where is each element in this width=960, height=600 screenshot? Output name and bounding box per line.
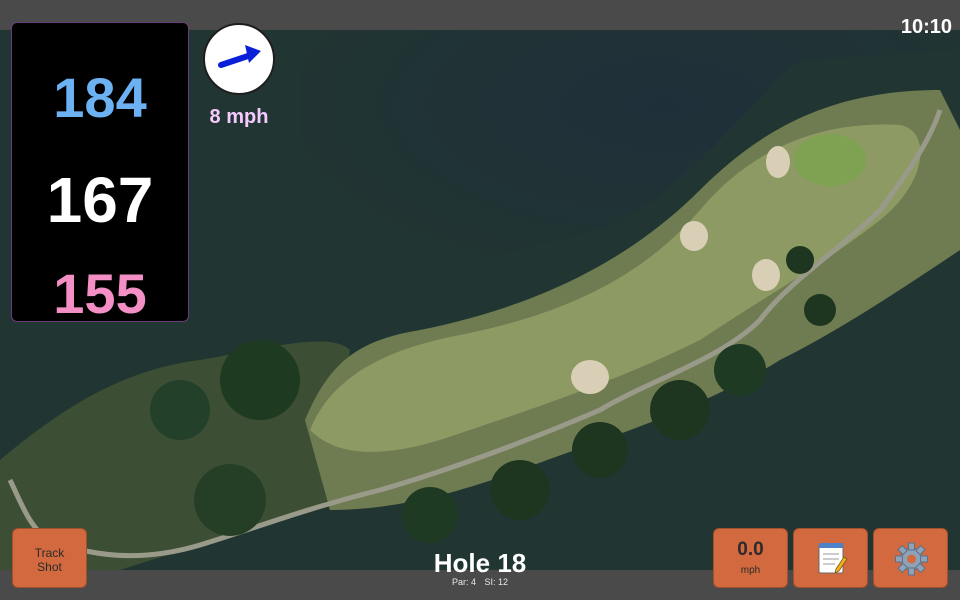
trees [220, 340, 300, 420]
trees [194, 464, 266, 536]
trees [650, 380, 710, 440]
bunker [766, 146, 790, 178]
track-shot-label-line1: Track [34, 546, 65, 560]
wind-speed: 8 mph [209, 106, 269, 128]
notes-button[interactable] [793, 528, 868, 588]
bunker [680, 221, 708, 251]
speed-unit: mph [740, 565, 761, 576]
distance-panel[interactable]: 184 167 155 [11, 22, 189, 325]
trees [572, 422, 628, 478]
trees [714, 344, 766, 396]
bunker [752, 259, 780, 291]
back-distance: 184 [53, 66, 147, 129]
trees [490, 460, 550, 520]
trees [804, 294, 836, 326]
track-shot-button[interactable]: Track Shot [12, 528, 87, 588]
hole-meta: Par: 4 SI: 12 [380, 577, 580, 587]
hole-stroke-index: SI: 12 [484, 577, 509, 587]
trees [786, 246, 814, 274]
speed-value: 0.0 [737, 539, 764, 560]
front-distance: 155 [53, 262, 147, 325]
track-shot-label-line2: Shot [37, 560, 62, 574]
gear-icon [895, 542, 928, 576]
settings-button[interactable] [873, 528, 948, 588]
trees [150, 380, 210, 440]
hole-par: Par: 4 [451, 577, 476, 587]
bunker [571, 360, 609, 394]
hole-title: Hole 18 [433, 548, 527, 578]
clock: 10:10 [900, 16, 952, 38]
trees [402, 487, 458, 543]
green [794, 134, 866, 186]
notepad-icon [818, 543, 848, 574]
arrow-right-up-icon [218, 45, 261, 68]
wind-direction-dial [203, 23, 275, 95]
middle-distance: 167 [46, 164, 154, 236]
speed-button[interactable]: 0.0 mph [713, 528, 788, 588]
